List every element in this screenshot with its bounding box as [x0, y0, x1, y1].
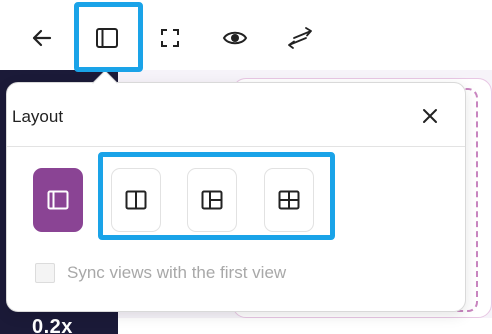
popover-divider — [7, 146, 465, 147]
layout-option-three-panel[interactable] — [187, 168, 237, 232]
sync-views-label: Sync views with the first view — [67, 263, 287, 282]
fullscreen-button[interactable] — [148, 14, 192, 62]
two-column-icon — [125, 190, 147, 210]
three-panel-icon — [201, 190, 223, 210]
layout-option-two-column[interactable] — [111, 168, 161, 232]
layout-panel-icon — [96, 28, 118, 48]
swap-button[interactable] — [278, 14, 322, 62]
arrow-left-icon — [32, 29, 52, 47]
layout-option-single[interactable] — [33, 168, 83, 232]
four-grid-icon — [278, 190, 300, 210]
close-icon — [423, 109, 437, 123]
eye-icon — [222, 31, 248, 45]
sync-views-checkbox[interactable] — [35, 263, 55, 283]
close-button[interactable] — [416, 102, 444, 130]
back-button[interactable] — [20, 14, 64, 62]
top-toolbar — [0, 0, 492, 70]
layout-option-four-grid[interactable] — [264, 168, 314, 232]
preview-button[interactable] — [213, 14, 257, 62]
layout-button[interactable] — [85, 14, 129, 62]
zoom-level-label: 0.2x — [32, 316, 73, 334]
single-panel-icon — [47, 190, 69, 210]
fullscreen-icon — [161, 29, 179, 47]
bottom-strip — [118, 318, 492, 334]
swap-arrows-icon — [288, 27, 312, 49]
popover-title: Layout — [12, 107, 64, 126]
